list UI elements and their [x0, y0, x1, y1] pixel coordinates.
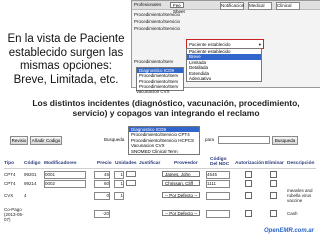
input-notificacion[interactable]: Notificacion	[220, 2, 244, 10]
dropdown-item[interactable]: Adecuativo	[187, 76, 261, 81]
top-screenshot: Profesionales Fee Sheet Notificacion Med…	[131, 0, 320, 94]
row2-delete-checkbox[interactable]	[270, 180, 277, 187]
mid-code-item[interactable]: SNOMED Clinical Term	[129, 149, 199, 154]
row3-codigo: 4	[24, 193, 27, 198]
row1-units-input[interactable]: 1	[114, 171, 124, 179]
mid-screenshot: Revisio Añadir Codigo Busqueda Diagnosti…	[0, 126, 320, 156]
row2-ndc-input[interactable]: 1111	[206, 180, 230, 188]
row3-delete-checkbox[interactable]	[270, 192, 277, 199]
tab-2[interactable]: Procedimiento/Servicio	[134, 19, 180, 24]
row1-justify-select[interactable]	[126, 171, 136, 177]
col-proveedor: Proveedor	[174, 161, 198, 166]
category-dropdown: Paciente establecido Breve Limitada Deta…	[186, 48, 262, 83]
row2-tipo: CPT4	[4, 181, 16, 186]
col-eliminar: Eliminar	[265, 161, 284, 166]
row3-ndc-input[interactable]	[206, 192, 230, 200]
tab-3[interactable]: Procedimiento/Servicio	[134, 26, 180, 31]
code-type-list: Diagnostico ICD9 Procedimiento/Serv Proc…	[136, 67, 184, 91]
col-modificadores: Modificadores	[44, 161, 77, 166]
row3-description: measles and rubella virus vaccine	[287, 188, 313, 203]
row2-price-input[interactable]: 60	[94, 180, 110, 188]
caption-text: En la vista de Paciente establecido surg…	[7, 33, 125, 86]
row4-tipo: Co-Pago (2013-05-07)	[4, 207, 24, 222]
row4-auth-checkbox[interactable]	[245, 210, 252, 217]
tab-1[interactable]: Procedimiento/Servicio	[134, 12, 180, 17]
row1-tipo: CPT4	[4, 172, 16, 177]
revisio-button[interactable]: Revisio	[10, 136, 28, 145]
col-autorizacion: Autorización	[235, 161, 265, 166]
row3-price-input[interactable]: 0	[94, 192, 110, 200]
row1-price-input[interactable]: 45	[94, 171, 110, 179]
top-select[interactable]: Fee Sheet	[170, 2, 185, 14]
row4-delete-checkbox[interactable]	[270, 210, 277, 217]
subtitle-text: Los distintos incidentes (diagnóstico, v…	[32, 98, 300, 118]
tab-4[interactable]: Procedimiento/Serv	[134, 59, 173, 64]
row2-auth-checkbox[interactable]	[245, 180, 252, 187]
search-input[interactable]	[218, 136, 270, 144]
col-ndc: Código Del NDC	[210, 157, 230, 167]
row1-provider-select[interactable]: James, John	[162, 171, 200, 177]
row4-description: Cash	[287, 211, 298, 216]
row3-units-input[interactable]: 1	[114, 192, 124, 200]
row3-tipo: CVX	[4, 193, 14, 198]
search-label: Busqueda	[104, 137, 125, 142]
row1-codigo: 99201	[24, 172, 37, 177]
row1-mod-input[interactable]: 0001	[44, 171, 86, 179]
row2-justify-select[interactable]	[126, 180, 136, 186]
row3-provider-select[interactable]: -- Por Defecto --	[162, 192, 200, 198]
col-unidades: Unidades	[115, 161, 137, 166]
fee-table: Tipo Código Modificadores Precio Unidade…	[0, 157, 320, 227]
row3-auth-checkbox[interactable]	[245, 192, 252, 199]
col-codigo: Código	[24, 161, 41, 166]
category-select-value: Paciente establecido	[189, 41, 231, 47]
col-descripcion: Descripción	[287, 161, 315, 166]
add-code-button[interactable]: Añadir Codigo	[30, 136, 62, 145]
search-para-label: para	[205, 137, 215, 142]
tab-0[interactable]: Profesionales	[134, 2, 161, 7]
col-justificar: Justificar	[139, 161, 161, 166]
row4-ndc-input[interactable]	[206, 210, 230, 218]
chevron-down-icon: ▾	[258, 41, 261, 47]
input-medical[interactable]: Medical	[248, 2, 272, 10]
row2-codigo: 99214	[24, 181, 37, 186]
mid-code-list: Diagnostico ICD9 Procedimiento/Servicio …	[128, 126, 200, 156]
input-clinical[interactable]: Clinical	[276, 2, 300, 10]
col-tipo: Tipo	[4, 161, 15, 166]
row1-ndc-input[interactable]: 4545	[206, 171, 230, 179]
row2-provider-select[interactable]: Chrissan, Cliff	[162, 180, 200, 186]
watermark-logo: OpenEMR.com.ar	[263, 228, 314, 234]
col-precio: Precio	[97, 161, 112, 166]
header-divider	[4, 168, 316, 169]
row1-delete-checkbox[interactable]	[270, 171, 277, 178]
row2-mod-input[interactable]: 0002	[44, 180, 86, 188]
row1-auth-checkbox[interactable]	[245, 171, 252, 178]
search-button[interactable]: Busqueda	[272, 136, 298, 145]
vacunacion-label: Vacunacion CVX	[136, 89, 170, 94]
row4-price-input[interactable]: -20	[94, 210, 110, 218]
row4-provider-select[interactable]: -- Por Defecto --	[162, 210, 200, 216]
row2-units-input[interactable]: 1	[114, 180, 124, 188]
